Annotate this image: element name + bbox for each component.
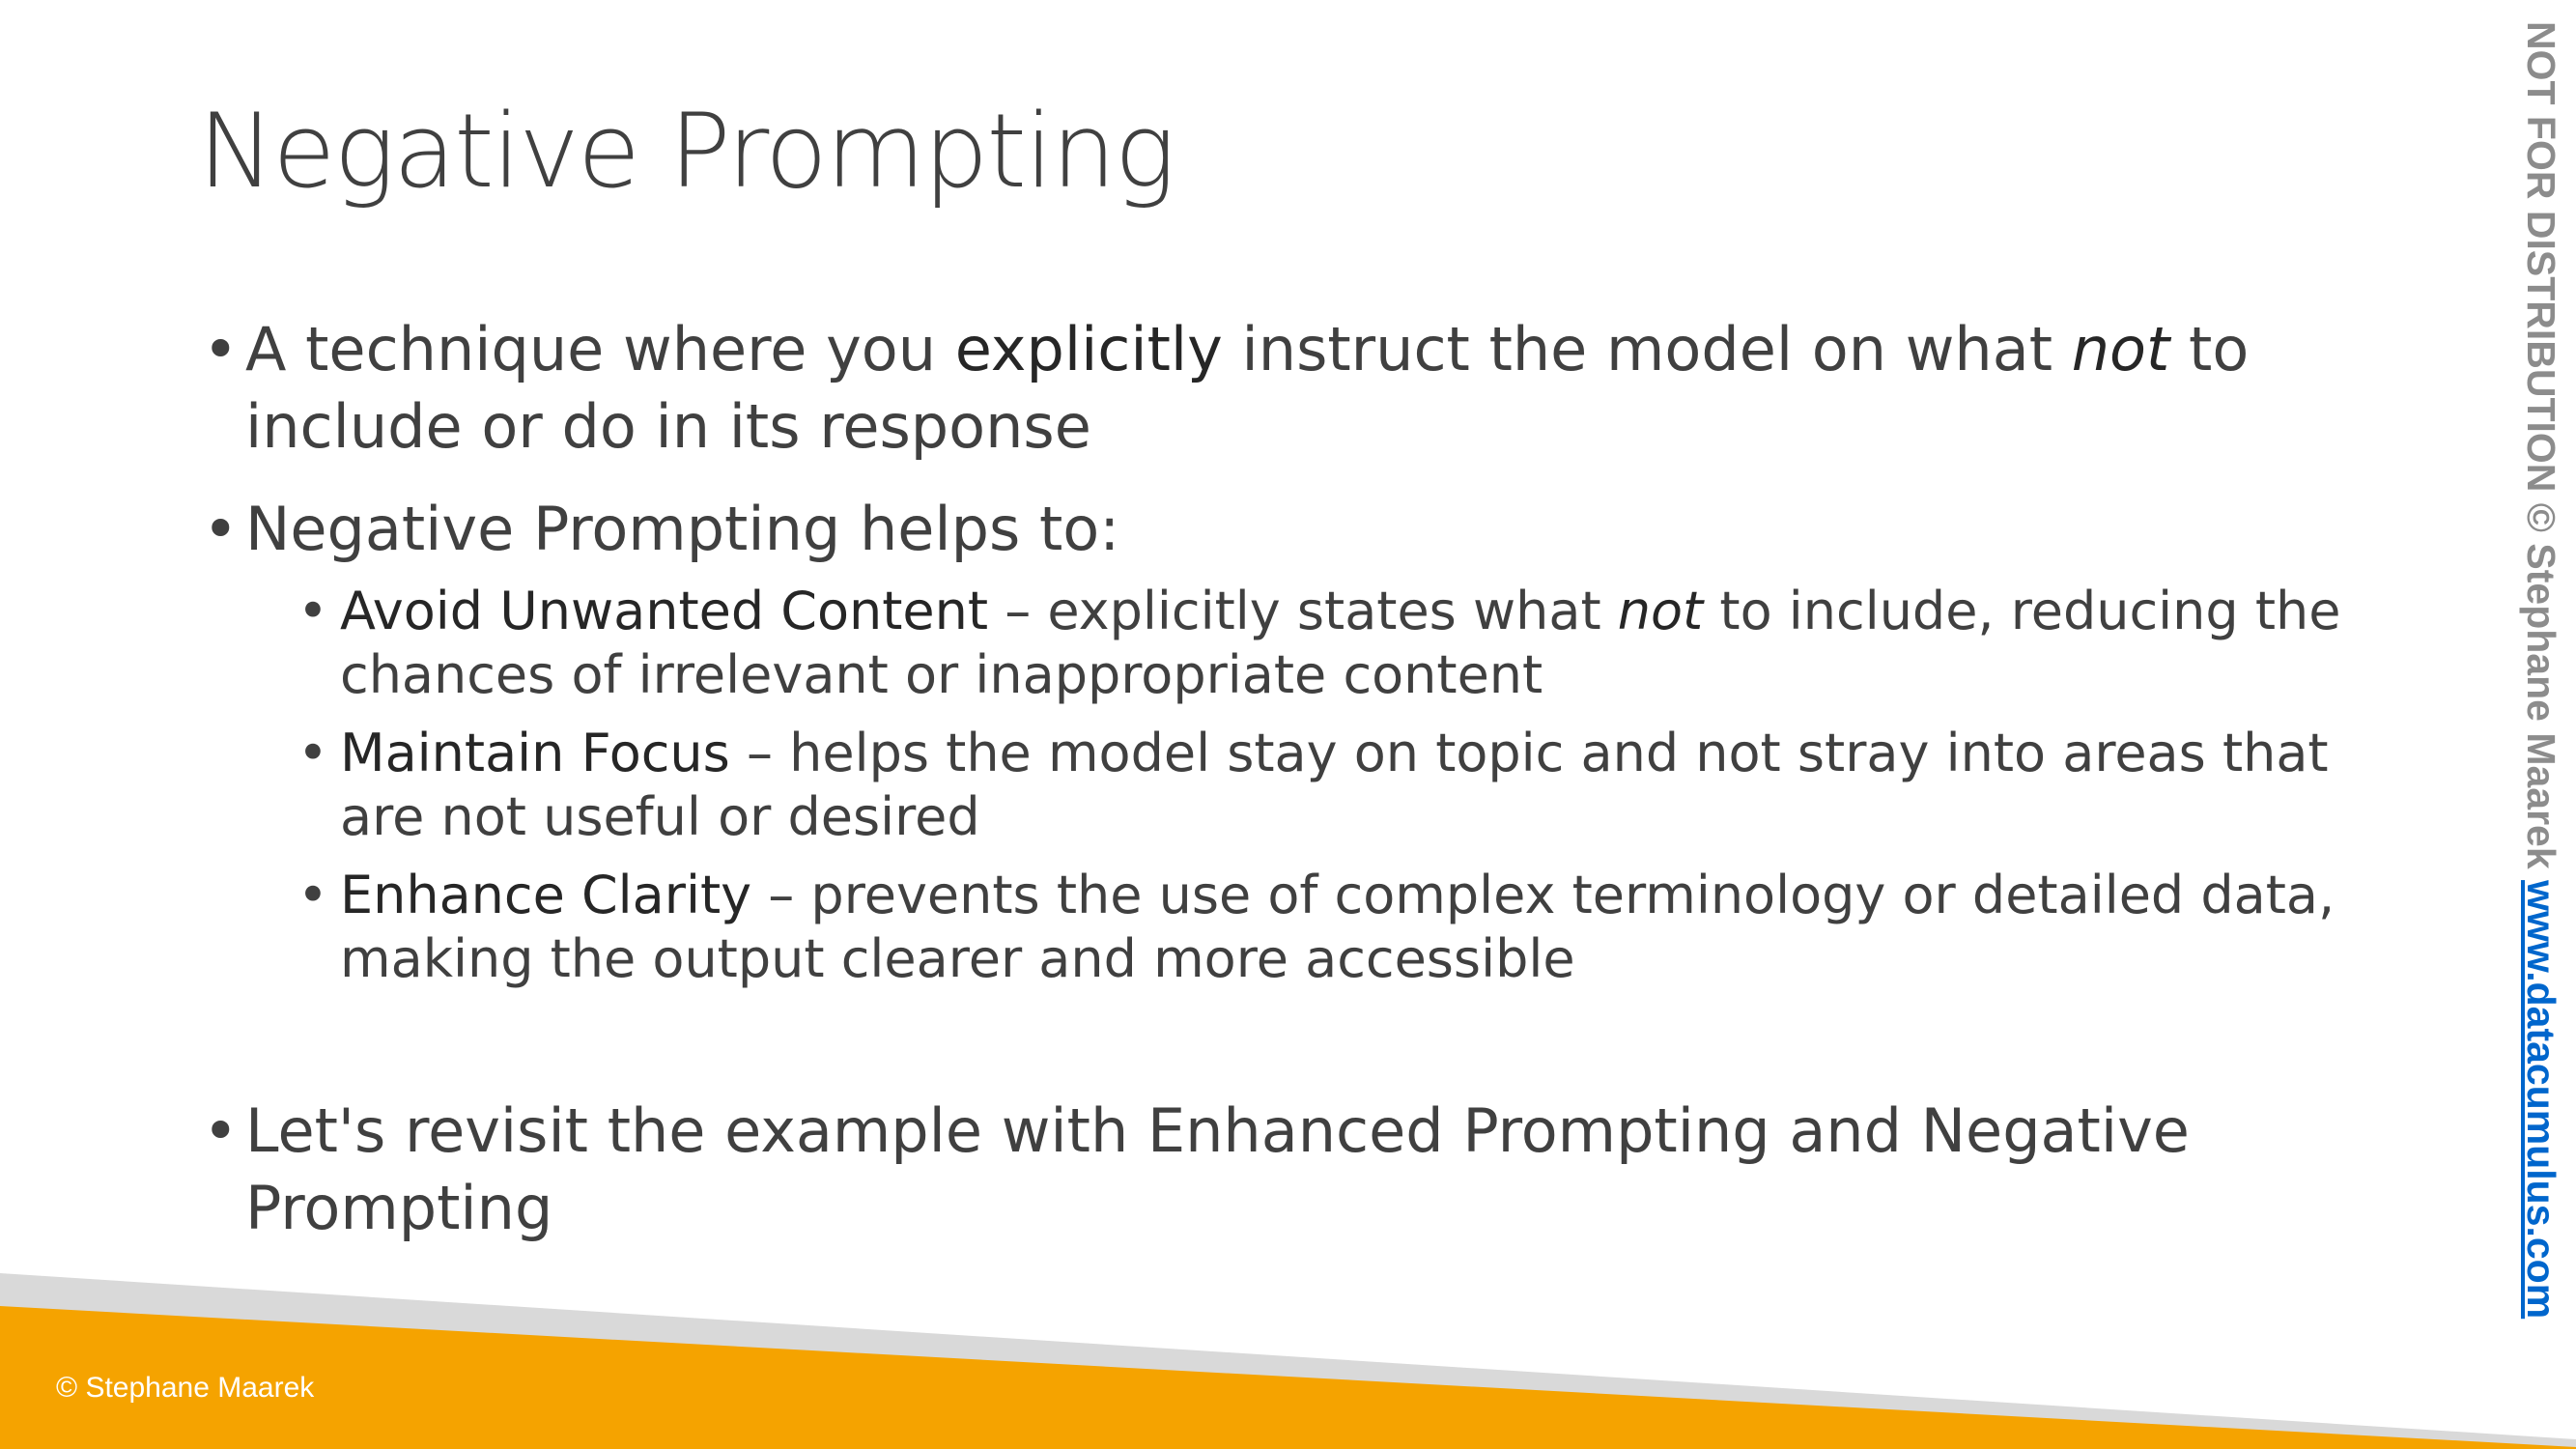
bullet-technique-italic: not — [2071, 314, 2170, 384]
bullet-helps-to: Negative Prompting helps to: — [203, 491, 2428, 568]
slide: Negative Prompting A technique where you… — [0, 0, 2576, 1449]
sub-bullet-enhance-clarity: Enhance Clarity – prevents the use of co… — [297, 864, 2426, 991]
sub-bullet-maintain-focus: Maintain Focus – helps the model stay on… — [297, 722, 2426, 849]
bullet-technique-mid: instruct the model on what — [1222, 314, 2072, 384]
footer-orange-band — [0, 1306, 2576, 1449]
sub-bullet-term: Maintain Focus — [340, 723, 730, 783]
sub-bullet-desc-pre: – explicitly states what — [988, 581, 1618, 641]
sub-bullet-term: Enhance Clarity — [340, 865, 752, 925]
sub-bullet-italic: not — [1617, 581, 1704, 641]
sub-bullet-term: Avoid Unwanted Content — [340, 581, 989, 641]
datacumulus-link[interactable]: www.datacumulus.com — [2519, 880, 2563, 1319]
sub-bullet-avoid-content: Avoid Unwanted Content – explicitly stat… — [297, 580, 2426, 707]
bullet-technique-emphasis: explicitly — [954, 314, 1223, 384]
footer-wave — [0, 1273, 2576, 1449]
bullet-technique-pre: A technique where you — [245, 314, 955, 384]
bullet-technique: A technique where you explicitly instruc… — [203, 311, 2428, 466]
bullet-revisit-example: Let's revisit the example with Enhanced … — [203, 1093, 2428, 1247]
side-banner-text: NOT FOR DISTRIBUTION © Stephane Maarek w… — [2512, 21, 2570, 1319]
side-banner: NOT FOR DISTRIBUTION © Stephane Maarek w… — [2512, 21, 2570, 1412]
slide-title: Negative Prompting — [198, 92, 1175, 211]
distribution-notice: NOT FOR DISTRIBUTION © Stephane Maarek — [2519, 21, 2563, 881]
footer-copyright: © Stephane Maarek — [56, 1372, 315, 1404]
